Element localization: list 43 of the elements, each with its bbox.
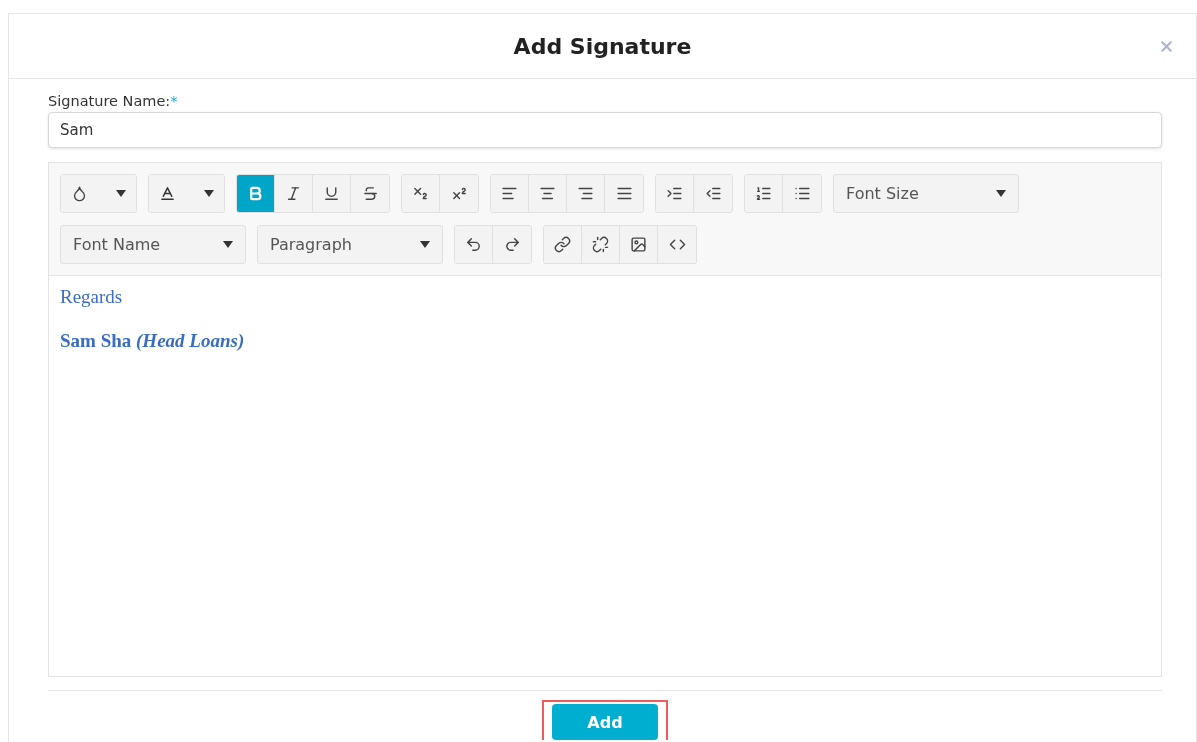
font-name-select[interactable]: Font Name	[60, 225, 246, 264]
redo-icon	[503, 236, 521, 253]
align-left-button[interactable]	[491, 175, 529, 212]
link-button[interactable]	[544, 226, 582, 263]
subscript-button[interactable]	[402, 175, 440, 212]
bold-button[interactable]	[237, 175, 275, 212]
caret-icon	[420, 241, 430, 248]
indent-button[interactable]	[656, 175, 694, 212]
indent-icon	[666, 185, 683, 202]
align-left-icon	[501, 185, 518, 202]
droplet-icon	[71, 185, 88, 202]
caret-icon	[223, 241, 233, 248]
text-color-picker[interactable]	[149, 175, 224, 212]
strikethrough-icon	[361, 185, 379, 202]
dialog-title: Add Signature	[513, 33, 692, 59]
link-icon	[554, 236, 571, 253]
bold-icon	[247, 185, 264, 202]
field-label: Signature Name:*	[48, 93, 179, 109]
font-size-select[interactable]: Font Size	[833, 174, 1019, 213]
align-right-icon	[577, 185, 594, 202]
superscript-icon	[450, 185, 468, 202]
paragraph-select[interactable]: Paragraph	[257, 225, 443, 264]
caret-icon	[204, 190, 214, 197]
align-justify-icon	[615, 185, 633, 202]
caret-icon	[996, 190, 1006, 197]
signature-name-input[interactable]: Sam	[48, 112, 1162, 148]
signature-text: Regards	[60, 286, 124, 308]
underline-icon	[323, 185, 340, 202]
numbered-list-icon	[755, 185, 772, 202]
signature-text: Sam Sha (Head Loans)	[60, 330, 246, 352]
numbered-list-button[interactable]	[745, 175, 783, 212]
undo-button[interactable]	[455, 226, 493, 263]
caret-icon	[116, 190, 126, 197]
italic-icon	[285, 185, 302, 202]
undo-icon	[465, 236, 482, 253]
unlink-icon	[592, 236, 609, 253]
outdent-icon	[704, 185, 722, 202]
subscript-icon	[412, 185, 429, 202]
align-center-icon	[539, 185, 556, 202]
image-icon	[630, 236, 647, 253]
text-color-icon	[159, 185, 176, 202]
bullet-list-icon	[793, 185, 811, 202]
highlight-color-picker[interactable]	[61, 175, 136, 212]
